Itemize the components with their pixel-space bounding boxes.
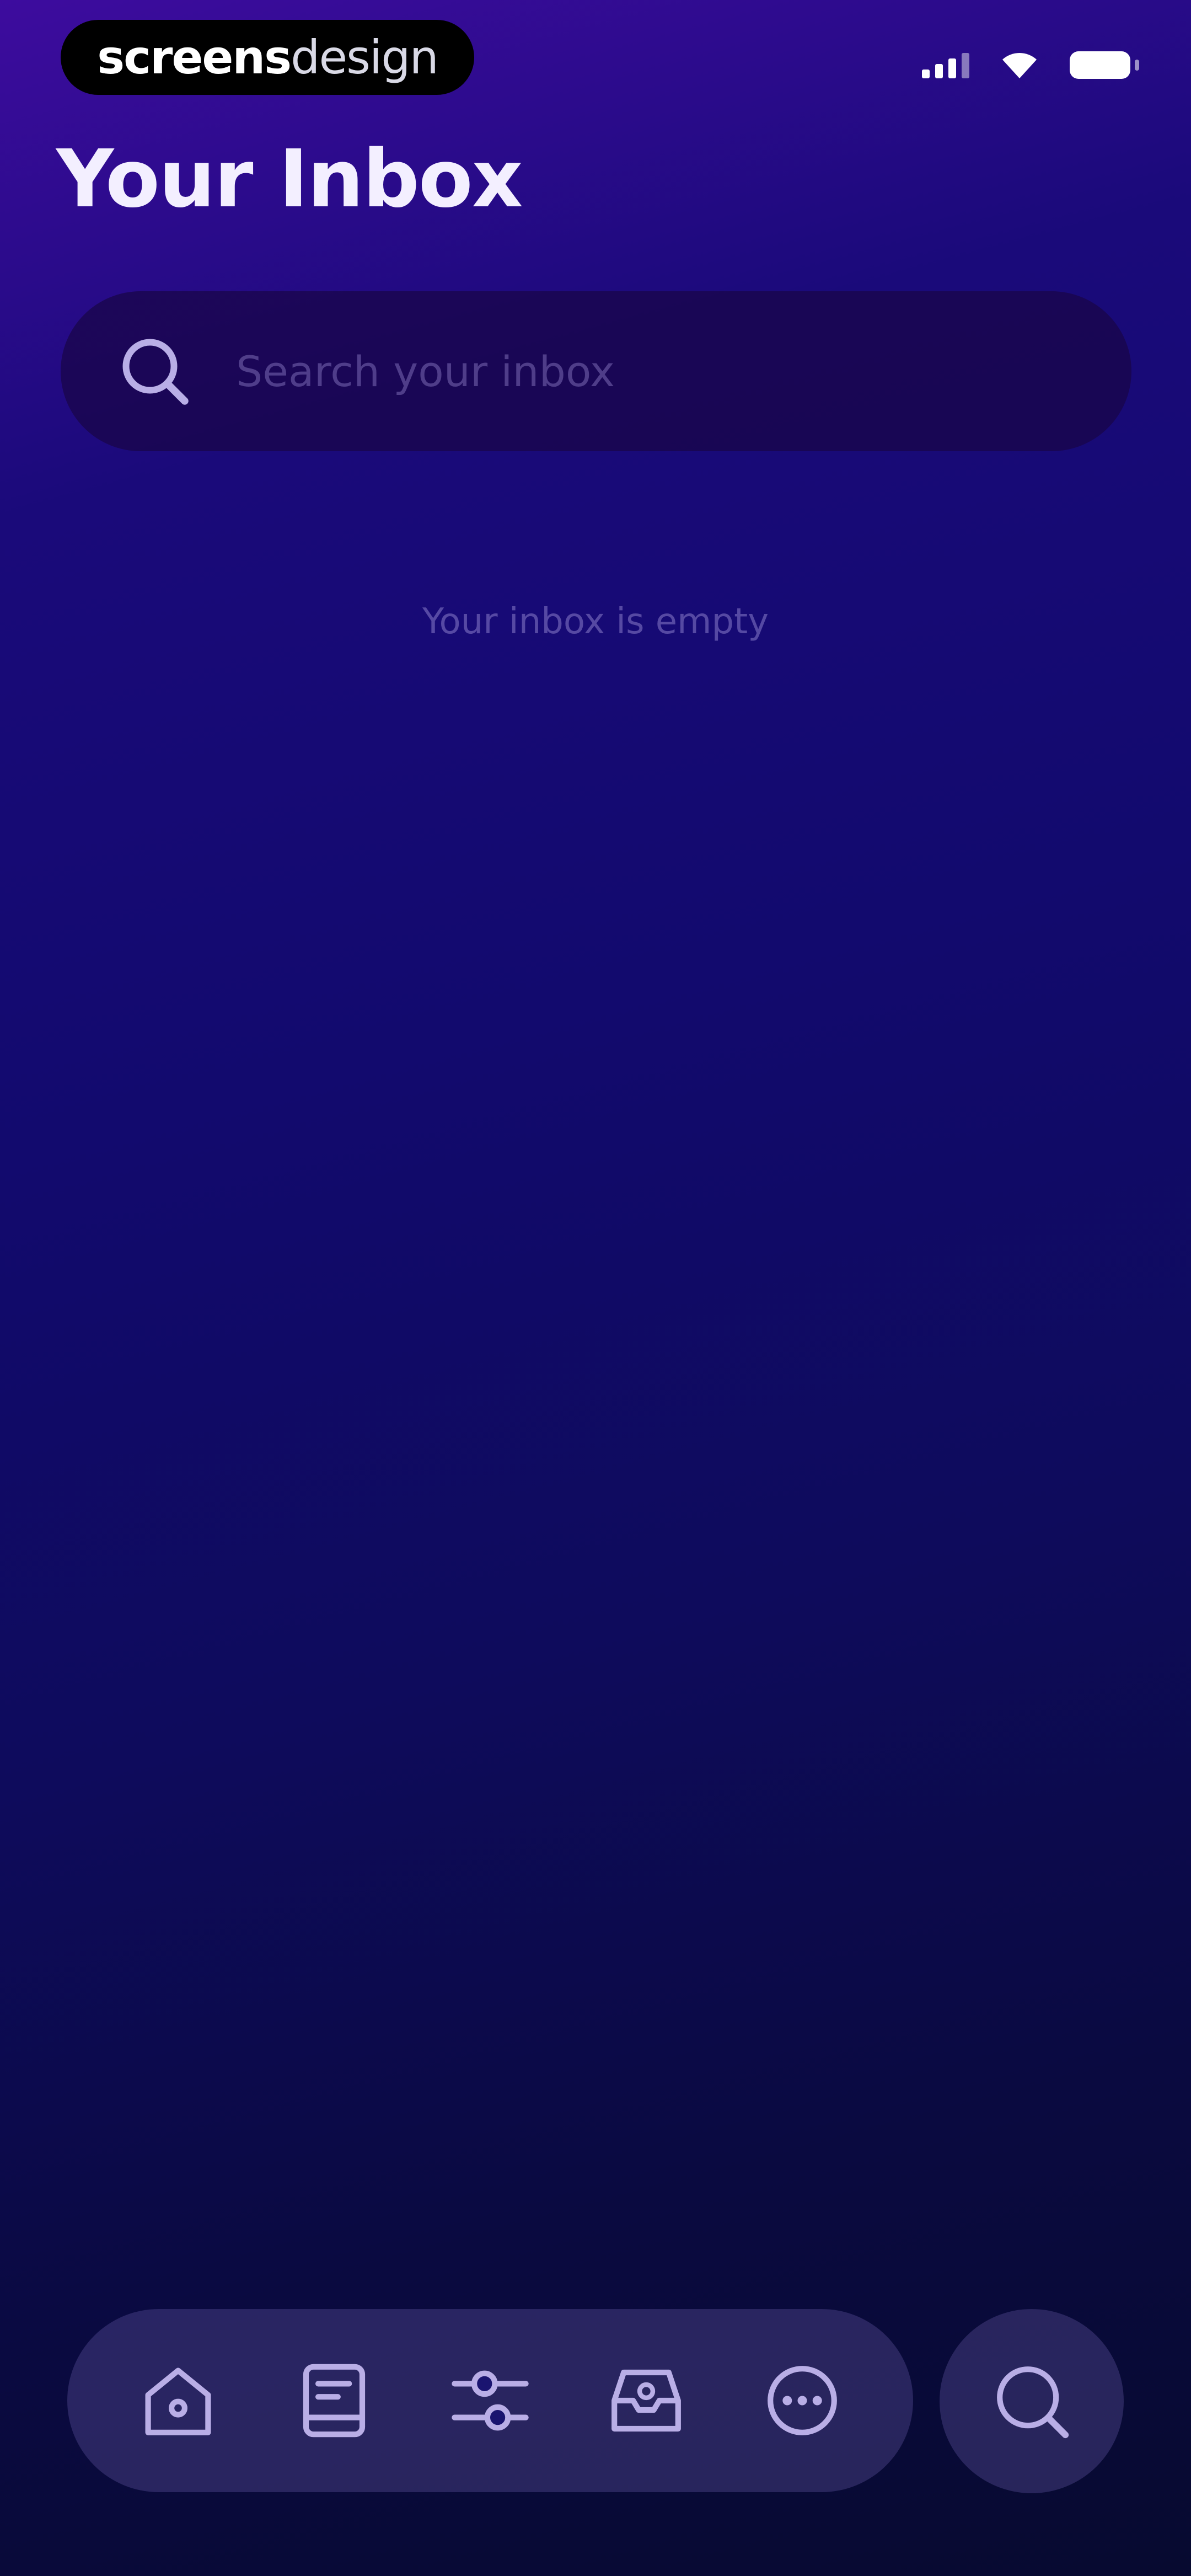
tab-more[interactable] [750,2348,855,2453]
search-input[interactable] [235,332,1131,410]
brand-logo-bold: screens [97,30,292,84]
brand-logo: screens design [61,20,474,95]
page-title: Your Inbox [56,132,523,225]
notes-icon [303,2364,366,2438]
status-bar: screens design [0,0,1191,121]
bottom-tab-bar [67,2309,913,2492]
home-icon [145,2367,211,2435]
sliders-icon [452,2370,529,2431]
tab-home[interactable] [126,2348,230,2453]
tab-notes[interactable] [282,2348,387,2453]
brand-logo-light: design [291,30,439,84]
empty-state-message: Your inbox is empty [422,601,769,642]
inbox-icon [611,2369,681,2432]
search-bar[interactable] [61,291,1131,451]
cellular-signal-icon [922,52,969,78]
more-icon [767,2366,837,2435]
search-icon [122,339,189,405]
wifi-icon [1002,52,1037,78]
search-button[interactable] [940,2309,1124,2493]
battery-icon [1070,51,1139,79]
search-icon [997,2366,1069,2439]
tab-filters[interactable] [438,2348,543,2453]
status-icons [922,50,1139,81]
tab-inbox[interactable] [594,2348,699,2453]
